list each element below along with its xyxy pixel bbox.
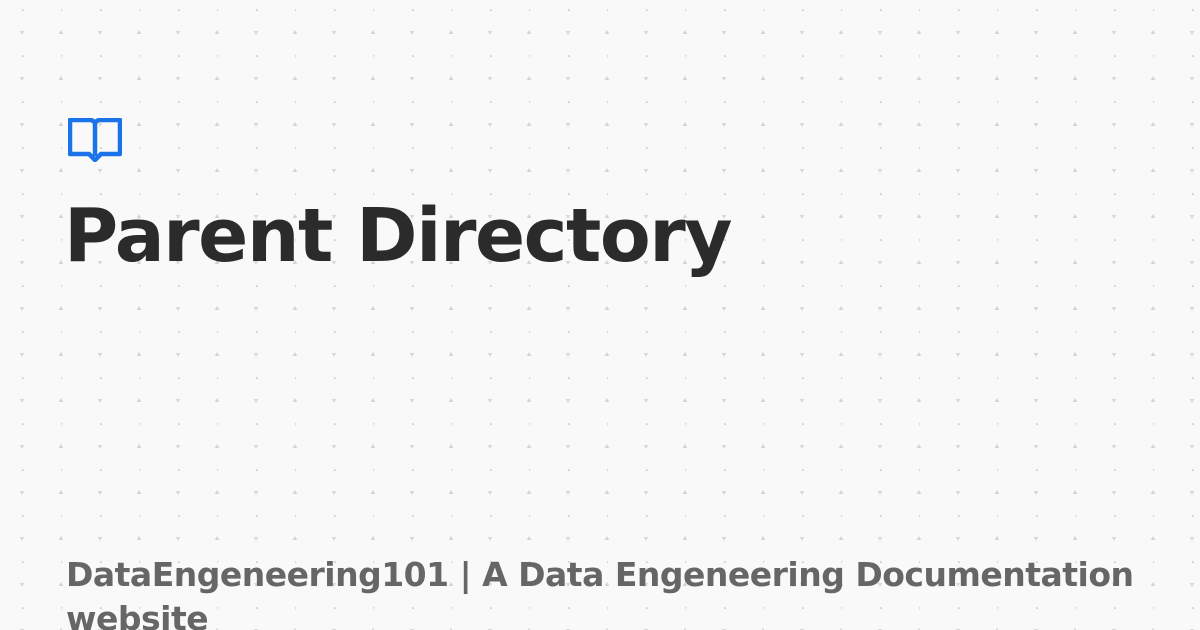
site-name: DataEngeneering101 | A Data Engeneering … [66, 555, 1134, 630]
background-pattern [0, 0, 1200, 630]
social-card: Parent Directory DataEngeneering101 | A … [0, 0, 1200, 630]
page-title: Parent Directory [64, 193, 732, 279]
open-book-icon [68, 118, 122, 162]
